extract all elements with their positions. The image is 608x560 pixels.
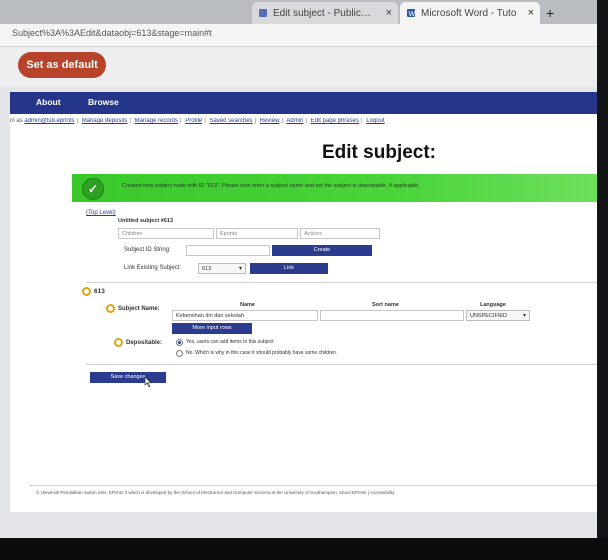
link-admin[interactable]: Admin	[286, 118, 303, 124]
page-title: Edit subject:	[322, 142, 437, 163]
top-level-link[interactable]: (Top Level)	[86, 210, 116, 216]
success-text: Created new subject node with ID "613". …	[122, 183, 420, 189]
nav-about[interactable]: About	[36, 97, 61, 107]
link-select-value: 613	[202, 266, 212, 272]
mouse-cursor-icon	[144, 377, 152, 387]
divider	[86, 364, 608, 365]
eprints-page: About Browse in as admin@tsb.eprints | Ma…	[10, 92, 608, 512]
link-profile[interactable]: Profile	[185, 118, 202, 124]
user-menu: in as admin@tsb.eprints | Manage deposits…	[10, 118, 385, 124]
save-changes-button[interactable]: Save changes	[90, 372, 166, 383]
divider	[86, 282, 608, 283]
footer-text: © Universiti Pendidikan Sultan Idris. EP…	[36, 490, 395, 495]
depositable-no-text: No. Which is why in this case it should …	[186, 350, 338, 356]
section-bullet-icon	[82, 287, 91, 296]
children-column: Children	[118, 228, 214, 239]
column-name-header: Name	[240, 302, 255, 308]
actions-column: Actions	[300, 228, 380, 239]
column-sort-header: Sort name	[372, 302, 399, 308]
link-button[interactable]: Link	[250, 263, 328, 274]
chevron-down-icon: ▾	[522, 313, 526, 319]
link-manage-deposits[interactable]: Manage deposits	[82, 118, 128, 124]
browser-tab-bar: Edit subject - Public… × W Microsoft Wor…	[0, 0, 608, 24]
field-bullet-icon	[106, 304, 115, 313]
depositable-no-radio[interactable]	[176, 350, 183, 357]
success-message: ✓ Created new subject node with ID "613"…	[72, 174, 608, 202]
chevron-down-icon: ▾	[238, 266, 242, 272]
subject-id-input[interactable]	[186, 245, 270, 256]
create-button[interactable]: Create	[272, 245, 372, 256]
address-bar[interactable]: Subject%3A%3AEdit&dataobj=613&stage=main…	[0, 24, 608, 47]
link-edit-phrases[interactable]: Edit page phrases	[311, 118, 359, 124]
subject-id-heading: 613	[94, 288, 105, 295]
svg-text:W: W	[409, 11, 416, 18]
link-logout[interactable]: Logout	[366, 118, 384, 124]
word-icon: W	[407, 9, 416, 18]
check-icon: ✓	[82, 178, 104, 200]
link-saved-searches[interactable]: Saved searches	[210, 118, 253, 124]
close-icon[interactable]: ×	[528, 7, 534, 19]
browser-toolbar: Set as default	[0, 47, 608, 87]
footer-divider	[30, 485, 608, 486]
link-manage-records[interactable]: Manage records	[135, 118, 178, 124]
link-subject-select[interactable]: 613 ▾	[198, 263, 246, 274]
language-select[interactable]: UNSPECIFIED ▾	[466, 310, 530, 321]
logged-in-prefix: in as	[10, 118, 23, 124]
close-icon[interactable]: ×	[386, 7, 392, 19]
subject-name-input[interactable]: Kebersihan diri dan sekolah	[172, 310, 318, 321]
depositable-yes-radio[interactable]	[176, 339, 183, 346]
depositable-label: Depositable:	[126, 340, 163, 346]
link-review[interactable]: Review	[260, 118, 280, 124]
new-tab-button[interactable]: +	[546, 5, 554, 21]
link-existing-label: Link Existing Subject:	[124, 265, 182, 271]
tab-word[interactable]: W Microsoft Word - Tuto ×	[400, 2, 540, 24]
more-input-rows-button[interactable]: More input rows	[172, 323, 252, 334]
eprints-column: Eprints	[216, 228, 298, 239]
tab-label: Edit subject - Public…	[273, 7, 371, 19]
subject-name-label: Subject Name:	[118, 306, 160, 312]
tab-label: Microsoft Word - Tuto	[421, 7, 517, 19]
column-language-header: Language	[480, 302, 506, 308]
depositable-yes-text: Yes, users can add items to this subject	[186, 339, 274, 345]
monitor-screen: Edit subject - Public… × W Microsoft Wor…	[0, 0, 608, 538]
tab-edit-subject[interactable]: Edit subject - Public… ×	[252, 2, 398, 24]
language-value: UNSPECIFIED	[470, 313, 507, 319]
page-icon	[259, 9, 267, 17]
set-as-default-button[interactable]: Set as default	[18, 52, 106, 78]
link-user[interactable]: admin@tsb.eprints	[24, 118, 74, 124]
field-bullet-icon	[114, 338, 123, 347]
url-text[interactable]: Subject%3A%3AEdit&dataobj=613&stage=main…	[12, 28, 212, 38]
untitled-subject-node: Untitled subject #613	[118, 218, 174, 224]
nav-browse[interactable]: Browse	[88, 97, 119, 107]
subject-id-label: Subject ID String:	[124, 247, 171, 253]
sort-name-input[interactable]	[320, 310, 464, 321]
main-navbar: About Browse	[10, 92, 608, 114]
monitor-bezel-bottom	[0, 538, 608, 560]
monitor-bezel-right	[597, 0, 608, 560]
